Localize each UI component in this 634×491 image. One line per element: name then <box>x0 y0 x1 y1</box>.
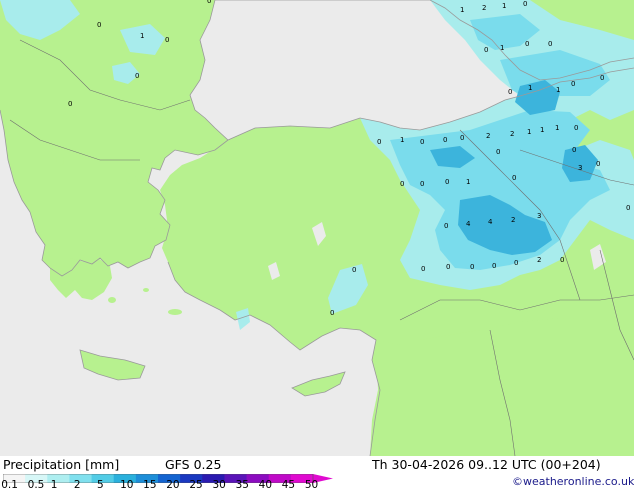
point-value: 1 <box>140 32 144 40</box>
point-value: 0 <box>420 138 424 146</box>
scale-label: 15 <box>143 479 157 491</box>
scale-label: 20 <box>166 479 180 491</box>
point-value: 2 <box>482 4 486 12</box>
point-value: 0 <box>445 178 449 186</box>
point-value: 0 <box>496 148 500 156</box>
point-value: 3 <box>578 164 582 172</box>
point-value: 0 <box>572 146 576 154</box>
model-name: GFS 0.25 <box>165 457 222 472</box>
scale-label: 30 <box>212 479 226 491</box>
point-value: 0 <box>165 36 169 44</box>
valid-datetime: Th 30-04-2026 09..12 UTC (00+204) <box>372 457 601 472</box>
point-value: 1 <box>527 128 531 136</box>
point-value: 4 <box>488 218 493 226</box>
scale-label: 0.1 <box>1 479 18 491</box>
precipitation-map: 1 2 1 0001 0001 0 0010011 1 0002 2 100 01 003 004 4 2 30… <box>0 0 634 456</box>
point-value: 1 <box>466 178 470 186</box>
point-value: 0 <box>444 222 448 230</box>
point-value: 1 <box>555 124 559 132</box>
scale-label: 2 <box>73 479 81 491</box>
point-value: 0 <box>600 74 604 82</box>
point-value: 0 <box>207 0 211 5</box>
point-value: 0 <box>514 259 518 267</box>
point-value: 2 <box>486 132 490 140</box>
point-value: 0 <box>523 0 527 8</box>
point-value: 1 <box>502 2 506 10</box>
scale-swatch <box>69 474 93 483</box>
scale-label: 25 <box>189 479 203 491</box>
point-value: 0 <box>97 21 101 29</box>
scale-label: 10 <box>120 479 134 491</box>
legend-title: Precipitation [mm] <box>3 457 120 472</box>
point-value: 0 <box>68 100 72 108</box>
point-value: 0 <box>377 138 381 146</box>
point-value: 0 <box>420 180 424 188</box>
point-value: 0 <box>135 72 139 80</box>
point-value: 0 <box>330 309 334 317</box>
point-value: 2 <box>537 256 541 264</box>
scale-label: 40 <box>258 479 273 491</box>
point-value: 0 <box>460 134 464 142</box>
point-value: 0 <box>596 160 600 168</box>
scale-label: 35 <box>235 479 249 491</box>
point-value: 0 <box>421 265 425 273</box>
point-value: 0 <box>626 204 630 212</box>
point-value: 0 <box>446 263 450 271</box>
point-value: 0 <box>443 136 447 144</box>
point-value: 1 <box>540 126 544 134</box>
point-value: 0 <box>508 88 512 96</box>
point-value: 3 <box>537 212 541 220</box>
point-value: 0 <box>470 263 474 271</box>
point-value: 0 <box>492 262 496 270</box>
point-value: 1 <box>528 84 532 92</box>
point-value: 0 <box>548 40 552 48</box>
point-value: 0 <box>571 80 575 88</box>
scale-label: 0.5 <box>27 479 45 491</box>
scale-label: 50 <box>304 479 319 491</box>
point-value: 0 <box>560 256 564 264</box>
scale-label: 45 <box>281 479 296 491</box>
scale-label: 5 <box>97 479 104 491</box>
scale-label: 1 <box>50 479 58 491</box>
point-value: 1 <box>500 44 504 52</box>
point-value: 0 <box>400 180 404 188</box>
point-value: 1 <box>556 86 560 94</box>
point-value: 4 <box>466 220 471 228</box>
point-value: 0 <box>512 174 516 182</box>
point-value: 1 <box>400 136 404 144</box>
point-value: 0 <box>525 40 529 48</box>
point-value: 0 <box>484 46 488 54</box>
point-value: 1 <box>460 6 464 14</box>
copyright: ©weatheronline.co.uk <box>512 475 634 488</box>
point-value: 0 <box>352 266 356 274</box>
point-value: 2 <box>511 216 515 224</box>
point-value: 2 <box>510 130 514 138</box>
point-value: 0 <box>574 124 578 132</box>
